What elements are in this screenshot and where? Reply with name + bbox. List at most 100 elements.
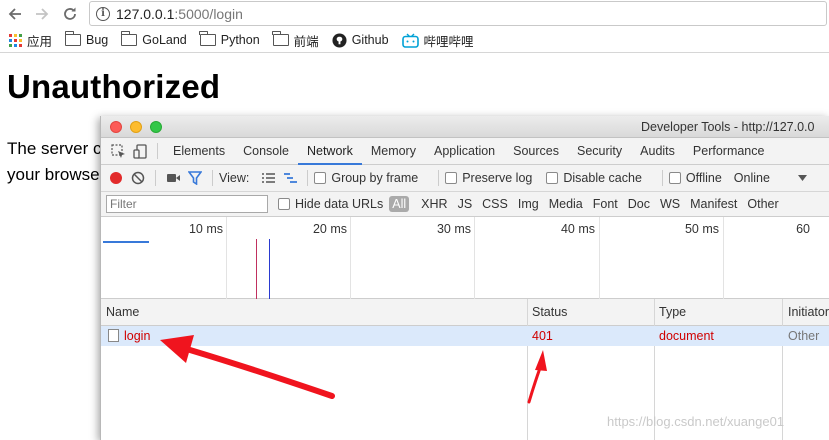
apps-grid-icon	[9, 33, 22, 47]
toolbar-divider	[438, 170, 440, 186]
devtools-window: Developer Tools - http://127.0.0 Element…	[100, 116, 829, 440]
bookmark-python[interactable]: Python	[199, 31, 260, 47]
forward-button[interactable]	[31, 3, 53, 25]
bookmark-goland[interactable]: GoLand	[120, 31, 187, 47]
filter-funnel-icon	[188, 171, 202, 185]
tab-performance[interactable]: Performance	[684, 138, 774, 165]
bookmark-bug[interactable]: Bug	[64, 31, 109, 47]
network-overview-timeline[interactable]: 10 ms 20 ms 30 ms 40 ms 50 ms 60	[101, 217, 829, 299]
bookmark-label: 前端	[293, 34, 319, 49]
disable-cache-checkbox[interactable]	[546, 172, 559, 184]
bookmark-label: Python	[220, 33, 260, 47]
domcontentloaded-line	[269, 239, 270, 299]
group-by-frame-checkbox[interactable]	[314, 172, 327, 184]
tab-console[interactable]: Console	[234, 138, 298, 165]
column-header-name[interactable]: Name	[101, 299, 139, 326]
timeline-gridline	[350, 217, 351, 299]
column-header-type[interactable]: Type	[654, 299, 686, 326]
bookmark-frontend[interactable]: 前端	[272, 31, 319, 50]
bookmark-label: Bug	[86, 33, 109, 47]
chevron-down-icon	[797, 175, 807, 181]
throttling-select[interactable]: Online	[734, 171, 807, 185]
watermark: https://blog.csdn.net/xuange01	[607, 414, 785, 429]
tab-audits[interactable]: Audits	[631, 138, 684, 165]
filter-type-img[interactable]: Img	[518, 197, 539, 211]
throttling-value: Online	[733, 171, 770, 185]
request-timing-bar	[103, 241, 149, 243]
toolbar-divider	[307, 170, 309, 186]
back-button[interactable]	[4, 3, 26, 25]
column-header-initiator[interactable]: Initiator	[783, 299, 829, 326]
page-text-line1: The server c	[7, 139, 102, 158]
filter-type-xhr[interactable]: XHR	[421, 197, 447, 211]
timeline-tick-label: 50 ms	[684, 222, 719, 236]
timeline-gridline	[226, 217, 227, 299]
tab-elements[interactable]: Elements	[164, 138, 234, 165]
network-filterbar: Hide data URLs All XHR JS CSS Img Media …	[101, 192, 829, 217]
filter-type-manifest[interactable]: Manifest	[690, 197, 737, 211]
table-row[interactable]: login 401 document Other	[101, 326, 829, 346]
group-by-frame-label: Group by frame	[331, 171, 419, 185]
url-path: :5000/login	[174, 5, 243, 22]
bookmark-apps[interactable]: 应用	[9, 31, 52, 50]
offline-checkbox[interactable]	[668, 172, 681, 184]
screenshots-button[interactable]	[162, 167, 184, 189]
filter-type-all[interactable]: All	[389, 196, 410, 212]
record-button[interactable]	[105, 167, 127, 189]
tab-application[interactable]: Application	[425, 138, 504, 165]
close-window-button[interactable]	[110, 121, 122, 133]
zoom-window-button[interactable]	[150, 121, 162, 133]
toolbar-divider	[212, 170, 213, 186]
document-icon	[108, 329, 119, 342]
filter-type-ws[interactable]: WS	[660, 197, 680, 211]
record-icon	[110, 172, 122, 184]
timeline-gridline	[474, 217, 475, 299]
tab-security[interactable]: Security	[568, 138, 631, 165]
devtools-tabbar: Elements Console Network Memory Applicat…	[101, 137, 829, 165]
folder-icon	[64, 31, 82, 46]
filter-type-js[interactable]: JS	[458, 197, 473, 211]
filter-input[interactable]	[106, 195, 268, 213]
inspect-element-icon[interactable]	[107, 140, 129, 162]
device-toolbar-icon[interactable]	[129, 140, 151, 162]
column-divider[interactable]	[527, 299, 528, 440]
filter-type-other[interactable]: Other	[747, 197, 778, 211]
minimize-window-button[interactable]	[130, 121, 142, 133]
url-host: 127.0.0.1	[116, 5, 175, 22]
address-bar[interactable]: i 127.0.0.1:5000/login	[89, 1, 827, 26]
timeline-tick-label: 30 ms	[436, 222, 471, 236]
timeline-gridline	[599, 217, 600, 299]
hide-data-urls-checkbox[interactable]	[278, 198, 290, 210]
tab-network[interactable]: Network	[297, 137, 362, 165]
browser-navbar: i 127.0.0.1:5000/login	[0, 0, 829, 28]
large-rows-button[interactable]	[257, 167, 279, 189]
info-icon[interactable]: i	[96, 6, 110, 21]
request-name-cell: login	[103, 326, 150, 346]
clear-icon	[131, 171, 145, 185]
filter-type-media[interactable]: Media	[549, 197, 583, 211]
column-header-status[interactable]: Status	[527, 299, 567, 326]
filter-type-doc[interactable]: Doc	[628, 197, 650, 211]
request-initiator-cell: Other	[788, 329, 820, 343]
folder-icon	[120, 31, 138, 46]
forward-arrow-icon	[36, 8, 49, 20]
load-event-line	[256, 239, 257, 299]
tab-memory[interactable]: Memory	[362, 138, 425, 165]
filter-toggle-button[interactable]	[184, 167, 206, 189]
filter-type-css[interactable]: CSS	[482, 197, 508, 211]
timeline-tick-label: 60	[796, 222, 810, 236]
reload-button[interactable]	[59, 3, 81, 25]
offline-label: Offline	[685, 171, 722, 185]
clear-button[interactable]	[127, 167, 149, 189]
bookmarks-bar: 应用 Bug GoLand Python 前端 Github 哔哩哔哩	[0, 28, 829, 53]
bookmark-github[interactable]: Github	[332, 32, 389, 48]
disable-cache-label: Disable cache	[563, 171, 642, 185]
hide-data-urls-label: Hide data URLs	[295, 197, 384, 211]
preserve-log-checkbox[interactable]	[445, 172, 458, 184]
tab-sources[interactable]: Sources	[504, 138, 568, 165]
network-toolbar: View: Group by frame Preserve log Disabl…	[101, 165, 829, 192]
bookmark-bilibili[interactable]: 哔哩哔哩	[401, 31, 474, 50]
overview-button[interactable]	[279, 167, 301, 189]
timeline-tick-label: 10 ms	[188, 222, 223, 236]
filter-type-font[interactable]: Font	[593, 197, 618, 211]
